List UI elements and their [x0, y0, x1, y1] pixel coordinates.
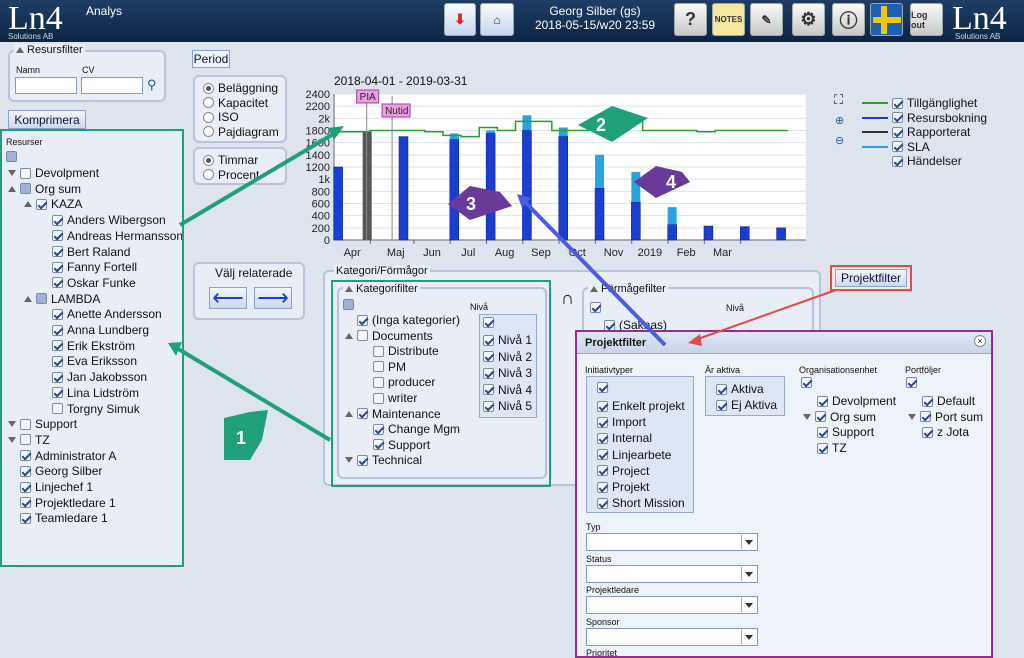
annotation-2-label: 2 — [596, 115, 607, 135]
annotation-1-label: 1 — [236, 428, 247, 448]
annotation-4-label: 4 — [666, 172, 677, 192]
annotation-3-marker — [448, 186, 512, 220]
annotation-overlay — [168, 106, 837, 460]
annotation-3-label: 3 — [466, 194, 477, 214]
annotation-2-marker — [578, 106, 648, 142]
annotation-4-marker — [634, 166, 690, 198]
